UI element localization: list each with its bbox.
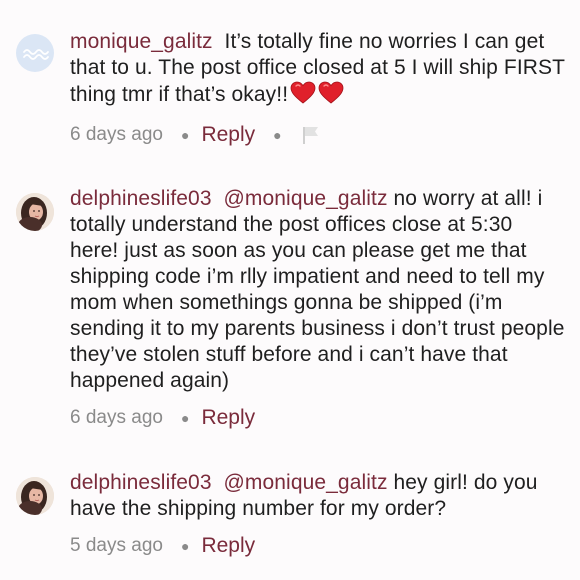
comment-body: delphineslife03 @monique_galitz no worry…	[70, 186, 565, 394]
comment-text: no worry at all! i totally understand th…	[70, 187, 565, 392]
separator-dot: ●	[180, 410, 190, 426]
mention-link[interactable]: @monique_galitz	[223, 471, 387, 494]
separator-dot: ●	[180, 127, 190, 143]
user-photo-icon	[16, 193, 54, 231]
comment-meta: 6 days ago ● Reply ●	[70, 122, 322, 148]
flag-icon[interactable]	[300, 124, 322, 146]
red-heart-icon	[318, 81, 344, 104]
avatar[interactable]	[16, 193, 54, 231]
avatar[interactable]	[16, 477, 54, 515]
separator-dot: ●	[180, 538, 190, 554]
comment-body: delphineslife03 @monique_galitz hey girl…	[70, 470, 565, 522]
comment-meta: 6 days ago ● Reply	[70, 405, 255, 431]
comment-timestamp: 5 days ago	[70, 535, 163, 556]
mention-link[interactable]: @monique_galitz	[223, 187, 387, 210]
red-heart-icon	[290, 81, 316, 104]
comment-username[interactable]: monique_galitz	[70, 30, 213, 53]
wave-icon	[23, 49, 49, 60]
reply-button[interactable]: Reply	[201, 123, 255, 147]
separator-dot: ●	[273, 127, 282, 143]
comment-timestamp: 6 days ago	[70, 124, 163, 145]
avatar[interactable]	[16, 34, 54, 72]
comment-text: It’s totally fine no worries I can	[224, 30, 509, 53]
comment-meta: 5 days ago ● Reply	[70, 533, 255, 559]
comment-thread: monique_galitz It’s totally fine no worr…	[0, 0, 580, 580]
comment-timestamp: 6 days ago	[70, 407, 163, 428]
comment-username[interactable]: delphineslife03	[70, 187, 212, 210]
user-photo-icon	[16, 477, 54, 515]
reply-button[interactable]: Reply	[201, 534, 255, 558]
reply-button[interactable]: Reply	[201, 406, 255, 430]
comment-username[interactable]: delphineslife03	[70, 471, 212, 494]
comment-body: monique_galitz It’s totally fine no worr…	[70, 29, 565, 108]
